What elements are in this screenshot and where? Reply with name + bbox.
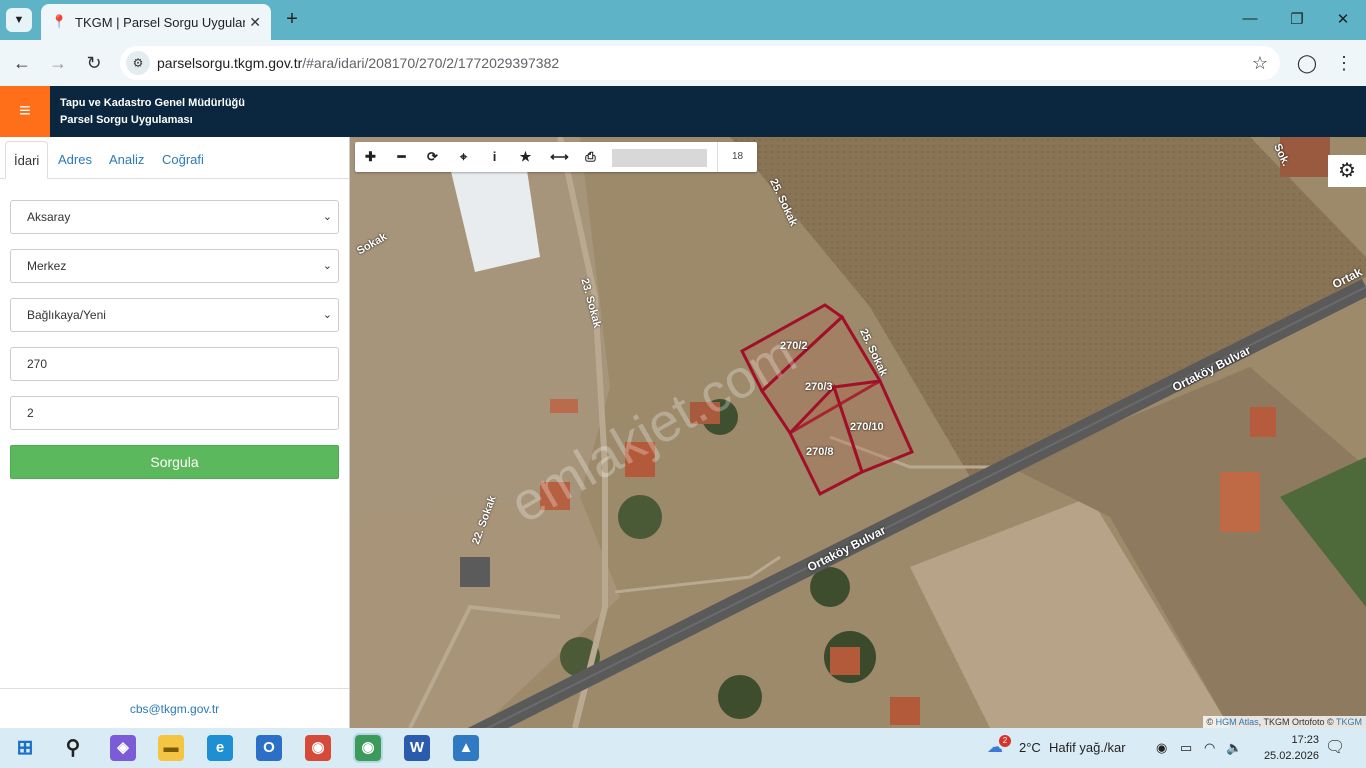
restore-icon[interactable]: ❐: [1287, 10, 1307, 28]
clock-time: 17:23: [1291, 734, 1319, 746]
site-info-icon[interactable]: ⚙: [126, 51, 150, 75]
chrome-icon[interactable]: ◉: [305, 735, 331, 761]
record-icon[interactable]: ◉: [1156, 740, 1167, 756]
mahalle-select[interactable]: Bağlıkaya/Yeni ⌄: [10, 298, 339, 332]
browser-menu-icon[interactable]: ⋮: [1333, 52, 1355, 74]
back-arrow-icon[interactable]: ←: [11, 52, 33, 74]
tab-adres[interactable]: Adres: [50, 141, 100, 179]
attribution-mid: , TKGM Ortofoto ©: [1258, 717, 1336, 727]
app-header: ≡ Tapu ve Kadastro Genel Müdürlüğü Parse…: [0, 86, 1366, 137]
clock-date: 25.02.2026: [1263, 750, 1319, 762]
address-bar[interactable]: ⚙ parselsorgu.tkgm.gov.tr/#ara/idari/208…: [120, 46, 1280, 80]
tab-idari[interactable]: İdari: [5, 141, 49, 179]
browser-toolbar: ← → ↻ ⚙ parselsorgu.tkgm.gov.tr/#ara/ida…: [0, 40, 1366, 86]
mahalle-value: Bağlıkaya/Yeni: [27, 308, 106, 322]
tab-title: TKGM | Parsel Sorgu Uygulaması: [75, 14, 245, 30]
windows-start-icon[interactable]: ⊞: [12, 735, 38, 761]
word-icon[interactable]: W: [404, 735, 430, 761]
attribution-link-tkgm[interactable]: TKGM: [1336, 717, 1362, 727]
ada-input[interactable]: 270: [10, 347, 339, 381]
settings-gear-icon[interactable]: ⚙: [1328, 155, 1366, 187]
copilot-icon[interactable]: ◈: [110, 735, 136, 761]
map-view[interactable]: 270/2 270/3 270/10 270/8 25. Sokak 23. S…: [350, 137, 1366, 728]
app-title-line2: Parsel Sorgu Uygulaması: [60, 114, 193, 126]
parcel-label[interactable]: 270/8: [806, 446, 834, 458]
url-path: /#ara/idari/208170/270/2/1772029397382: [302, 55, 560, 71]
zoom-in-icon[interactable]: ✚: [355, 142, 386, 172]
ilce-value: Merkez: [27, 259, 67, 273]
forward-arrow-icon[interactable]: →: [47, 52, 69, 74]
print-icon[interactable]: ⎙: [575, 142, 606, 172]
chrome-profile-icon[interactable]: ◉: [353, 733, 383, 763]
url-text[interactable]: parselsorgu.tkgm.gov.tr/#ara/idari/20817…: [157, 55, 559, 71]
weather-desc[interactable]: Hafif yağ./kar: [1049, 740, 1126, 755]
attribution-prefix: ©: [1206, 717, 1216, 727]
file-explorer-icon[interactable]: ▬: [158, 735, 184, 761]
outlook-icon[interactable]: O: [256, 735, 282, 761]
browser-tab-active[interactable]: 📍 TKGM | Parsel Sorgu Uygulaması ✕: [41, 4, 271, 40]
wifi-icon[interactable]: ◠: [1204, 740, 1215, 756]
bookmark-star-icon[interactable]: ☆: [1252, 53, 1268, 74]
il-select[interactable]: Aksaray ⌄: [10, 200, 339, 234]
parcel-label[interactable]: 270/3: [805, 381, 833, 393]
zoom-level: 18: [717, 142, 757, 172]
attribution-link-hgm[interactable]: HGM Atlas: [1216, 717, 1259, 727]
refresh-icon[interactable]: ⟳: [417, 142, 448, 172]
parsel-input[interactable]: 2: [10, 396, 339, 430]
url-host: parselsorgu.tkgm.gov.tr: [157, 55, 303, 71]
query-sidebar: İdari Adres Analiz Coğrafi Aksaray ⌄ Merk…: [0, 137, 350, 728]
locate-crosshair-icon[interactable]: ⌖: [448, 142, 479, 172]
edge-icon[interactable]: e: [207, 735, 233, 761]
photos-icon[interactable]: ▲: [453, 735, 479, 761]
system-clock[interactable]: 17:23 25.02.2026: [1264, 732, 1319, 764]
minimize-icon[interactable]: —: [1240, 10, 1260, 27]
tab-cografi[interactable]: Coğrafi: [154, 141, 212, 179]
notifications-icon[interactable]: 🗨: [1325, 737, 1345, 757]
weather-badge: 2: [999, 735, 1011, 747]
measure-icon[interactable]: ⟷: [544, 142, 575, 172]
chevron-down-icon: ⌄: [322, 309, 332, 321]
profile-icon[interactable]: ◯: [1296, 52, 1318, 74]
query-tabs: İdari Adres Analiz Coğrafi: [0, 137, 349, 179]
location-pin-icon: 📍: [51, 14, 68, 29]
close-window-icon[interactable]: ✕: [1333, 10, 1353, 28]
chevron-down-icon: ⌄: [322, 211, 332, 223]
volume-muted-icon[interactable]: 🔈: [1226, 740, 1242, 756]
parcel-label[interactable]: 270/10: [850, 421, 884, 433]
sorgula-button[interactable]: Sorgula: [10, 445, 339, 479]
il-value: Aksaray: [27, 210, 71, 224]
chevron-down-icon: ⌄: [322, 260, 332, 272]
hamburger-menu-icon[interactable]: ≡: [0, 86, 50, 137]
browser-tab-bar: ▼ 📍 TKGM | Parsel Sorgu Uygulaması ✕ + —…: [0, 0, 1366, 40]
info-icon[interactable]: i: [479, 142, 510, 172]
windows-taskbar: ⊞ ⚲ ◈ ▬ e O ◉ ◉ W ▲ ☁ 2 2°C Hafif yağ./k…: [0, 728, 1366, 768]
new-tab-button[interactable]: +: [282, 9, 302, 29]
weather-temp[interactable]: 2°C: [1019, 740, 1041, 755]
zoom-out-icon[interactable]: ━: [386, 142, 417, 172]
battery-icon[interactable]: ▭: [1180, 740, 1192, 756]
ilce-select[interactable]: Merkez ⌄: [10, 249, 339, 283]
favorite-star-icon[interactable]: ★: [510, 142, 541, 172]
map-search-input[interactable]: [612, 149, 707, 167]
close-tab-icon[interactable]: ✕: [249, 14, 261, 31]
app-title-line1: Tapu ve Kadastro Genel Müdürlüğü: [60, 97, 245, 109]
reload-icon[interactable]: ↻: [83, 52, 105, 74]
tab-search-button[interactable]: ▼: [6, 8, 32, 32]
contact-email-link[interactable]: cbs@tkgm.gov.tr: [0, 688, 349, 728]
app-title: Tapu ve Kadastro Genel Müdürlüğü Parsel …: [60, 95, 245, 129]
map-attribution: © HGM Atlas, TKGM Ortofoto © TKGM: [1202, 716, 1366, 728]
tab-analiz[interactable]: Analiz: [101, 141, 152, 179]
map-toolbar: ✚ ━ ⟳ ⌖ i ★ ⟷ ⎙ 18: [355, 142, 757, 172]
search-icon[interactable]: ⚲: [60, 735, 86, 761]
